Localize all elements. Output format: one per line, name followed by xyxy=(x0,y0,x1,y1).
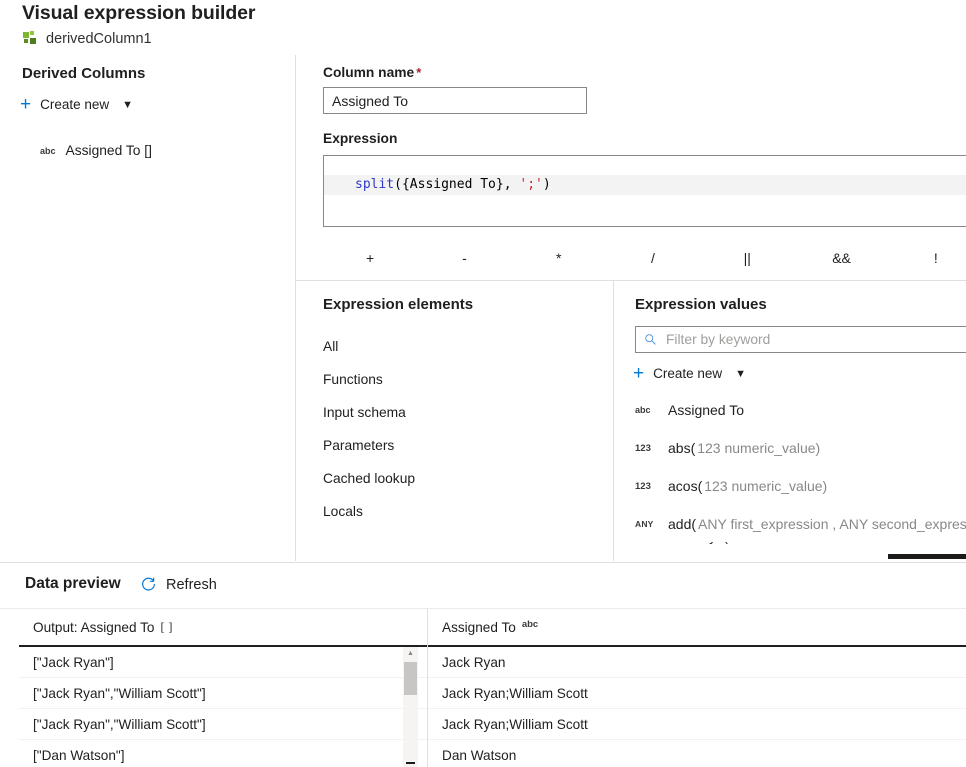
column-name-input[interactable] xyxy=(323,87,587,114)
derived-column-icon xyxy=(22,31,39,48)
type-badge-array-icon: [ ] xyxy=(160,621,172,634)
column-header[interactable]: Assigned To abc xyxy=(428,609,966,647)
sidebar-create-new-button[interactable]: + Create new ▼ xyxy=(20,95,133,114)
type-badge-123-icon: 123 xyxy=(635,443,656,454)
type-badge-abc-icon: abc xyxy=(635,405,656,415)
operator-divide-button[interactable]: / xyxy=(606,241,700,275)
expression-value-abs[interactable]: 123 abs( 123 numeric_value) xyxy=(635,440,820,456)
table-row: ["Jack Ryan"] xyxy=(19,647,427,678)
expression-element-cached-lookup[interactable]: Cached lookup xyxy=(323,470,415,488)
expression-token-string: ';' xyxy=(519,177,542,192)
expression-element-input-schema[interactable]: Input schema xyxy=(323,404,406,422)
scroll-down-arrow-icon[interactable] xyxy=(406,762,415,764)
expression-element-functions[interactable]: Functions xyxy=(323,371,383,389)
expression-value-name: Assigned To xyxy=(668,402,744,418)
expression-code-text: split({Assigned To}, ';') xyxy=(355,175,551,195)
data-preview-header: Data preview Refresh xyxy=(0,563,966,609)
chevron-down-icon[interactable]: ▼ xyxy=(122,99,133,111)
scroll-up-arrow-icon[interactable]: ▲ xyxy=(403,647,418,660)
sidebar-item-label: Assigned To [] xyxy=(66,143,152,158)
expression-code-editor[interactable]: split({Assigned To}, ';') xyxy=(323,155,966,227)
data-column-assigned-to: Assigned To abc Jack Ryan Jack Ryan;Will… xyxy=(428,609,966,767)
expression-value-assigned-to[interactable]: abc Assigned To xyxy=(635,402,744,418)
expression-token-end: ) xyxy=(543,177,551,192)
sidebar-title: Derived Columns xyxy=(22,65,145,82)
expression-token-mid: ({Assigned To}, xyxy=(394,177,519,192)
values-horizontal-scrollbar[interactable] xyxy=(614,550,966,561)
search-icon xyxy=(644,333,657,346)
operator-minus-button[interactable]: - xyxy=(417,241,511,275)
expression-value-add[interactable]: ANY add( ANY first_expression , ANY seco… xyxy=(635,516,966,532)
refresh-label: Refresh xyxy=(166,577,217,593)
column-header[interactable]: Output: Assigned To [ ] xyxy=(19,609,427,647)
plus-icon: + xyxy=(633,364,644,383)
transformation-name: derivedColumn1 xyxy=(46,29,152,49)
expression-values-panel: Expression values + Create new ▼ abc Ass… xyxy=(614,281,966,561)
table-row: ["Dan Watson"] xyxy=(19,740,427,767)
table-row: Dan Watson xyxy=(428,740,966,767)
expression-value-name: addDays( xyxy=(668,542,728,544)
column-header-label: Assigned To xyxy=(442,620,516,635)
sidebar-item-assigned-to[interactable]: abc Assigned To [] xyxy=(40,143,152,158)
data-preview-vertical-scrollbar[interactable]: ▲ xyxy=(403,647,418,767)
expression-token-function: split xyxy=(355,177,394,192)
sidebar-create-new-label: Create new xyxy=(40,97,109,112)
column-header-label: Output: Assigned To xyxy=(33,620,154,635)
table-row: Jack Ryan xyxy=(428,647,966,678)
expression-element-all[interactable]: All xyxy=(323,338,338,356)
type-badge-123-icon: 123 xyxy=(635,481,656,492)
type-badge-any-icon: ANY xyxy=(635,519,656,529)
values-create-new-label: Create new xyxy=(653,366,722,381)
expression-value-name: add( xyxy=(668,516,696,532)
plus-icon: + xyxy=(20,95,31,114)
expression-value-acos[interactable]: 123 acos( 123 numeric_value) xyxy=(635,478,827,494)
expression-element-parameters[interactable]: Parameters xyxy=(323,437,394,455)
table-row: ["Jack Ryan","William Scott"] xyxy=(19,709,427,740)
refresh-icon xyxy=(140,576,157,593)
required-asterisk: * xyxy=(416,65,421,80)
operator-and-button[interactable]: && xyxy=(794,241,888,275)
expression-editor-pane: Column name* Expression split({Assigned … xyxy=(296,55,966,281)
expression-value-params: 123 numeric_value) xyxy=(704,478,827,494)
expression-value-params: 123 numeric_value) xyxy=(697,440,820,456)
operator-plus-button[interactable]: + xyxy=(323,241,417,275)
operator-or-button[interactable]: || xyxy=(700,241,794,275)
filter-search-box[interactable] xyxy=(635,326,966,353)
expression-elements-panel: Expression elements All Functions Input … xyxy=(296,281,614,561)
refresh-button[interactable]: Refresh xyxy=(140,576,217,593)
type-badge-abc-icon: abc xyxy=(40,146,56,156)
expression-value-name: abs( xyxy=(668,440,695,456)
values-horizontal-scrollbar-thumb[interactable] xyxy=(888,554,966,559)
table-row: Jack Ryan;William Scott xyxy=(428,678,966,709)
scrollbar-thumb[interactable] xyxy=(404,662,417,695)
filter-input[interactable] xyxy=(664,331,966,348)
operator-not-button[interactable]: ! xyxy=(889,241,966,275)
operator-toolbar: + - * / || && ! xyxy=(323,241,966,275)
type-badge-abc-icon: abc xyxy=(522,619,538,630)
page-title: Visual expression builder xyxy=(22,0,255,26)
chevron-down-icon[interactable]: ▼ xyxy=(735,368,746,380)
column-name-label: Column name* xyxy=(323,65,421,80)
data-preview-title: Data preview xyxy=(25,575,121,593)
expression-value-name: acos( xyxy=(668,478,702,494)
expression-element-locals[interactable]: Locals xyxy=(323,503,363,521)
operator-multiply-button[interactable]: * xyxy=(512,241,606,275)
data-preview-grid: Output: Assigned To [ ] ["Jack Ryan"] ["… xyxy=(0,609,966,767)
derived-columns-sidebar: Derived Columns + Create new ▼ abc Assig… xyxy=(0,55,296,561)
expression-elements-title: Expression elements xyxy=(323,296,473,313)
data-preview-panel: Data preview Refresh Output: Assigned To… xyxy=(0,562,966,767)
table-row: ["Jack Ryan","William Scott"] xyxy=(19,678,427,709)
expression-value-params: ANY first_expression , ANY second_expres… xyxy=(698,516,966,532)
table-row: Jack Ryan;William Scott xyxy=(428,709,966,740)
values-create-new-button[interactable]: + Create new ▼ xyxy=(633,364,746,383)
data-column-output-assigned-to: Output: Assigned To [ ] ["Jack Ryan"] ["… xyxy=(19,609,427,767)
transformation-breadcrumb: derivedColumn1 xyxy=(22,29,152,49)
expression-label: Expression xyxy=(323,131,397,146)
expression-values-title: Expression values xyxy=(635,296,767,313)
